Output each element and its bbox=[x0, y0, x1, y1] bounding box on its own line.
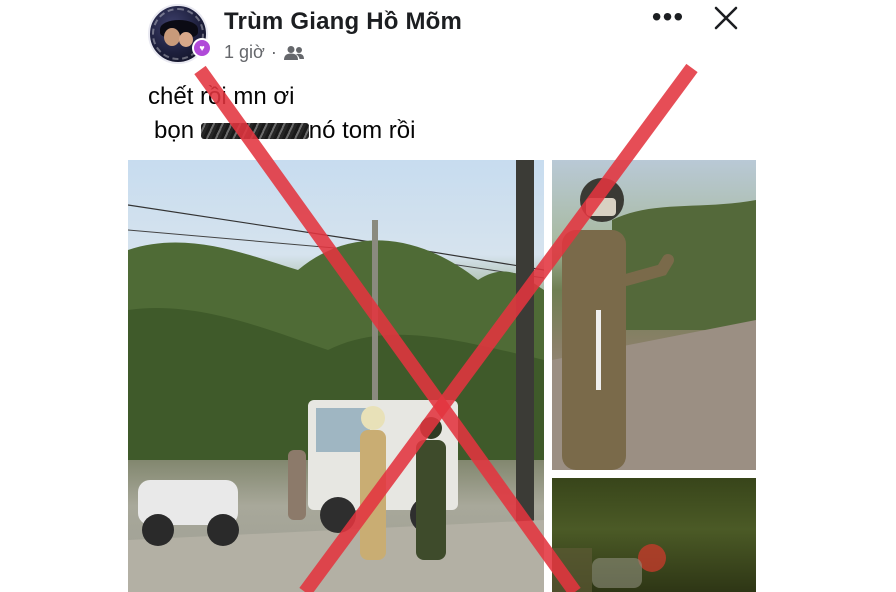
facebook-post: ♥ Trùm Giang Hồ Mõm 1 giờ · ••• chết rồi… bbox=[128, 0, 756, 592]
photo-bottom-right-scene bbox=[552, 544, 666, 592]
photo-top-right[interactable] bbox=[552, 160, 756, 470]
post-text-line2: bọn nó tom rồi bbox=[148, 114, 415, 148]
post-text-suffix: nó tom rồi bbox=[308, 117, 416, 144]
post-meta: 1 giờ · bbox=[224, 42, 305, 63]
author-name[interactable]: Trùm Giang Hồ Mõm bbox=[224, 8, 462, 36]
post-time[interactable]: 1 giờ bbox=[224, 42, 265, 63]
photo-grid bbox=[128, 160, 756, 592]
friends-icon bbox=[283, 45, 304, 60]
photo-main-scene bbox=[128, 160, 544, 592]
photo-top-right-scene bbox=[552, 178, 756, 470]
post-text: chết rồi mn ơi bọn nó tom rồi bbox=[148, 80, 415, 148]
post-text-line1: chết rồi mn ơi bbox=[148, 83, 295, 110]
photo-main[interactable] bbox=[128, 160, 544, 592]
more-horizontal-icon: ••• bbox=[651, 1, 685, 32]
censored-word bbox=[200, 119, 309, 141]
heart-badge-icon: ♥ bbox=[192, 38, 212, 58]
post-text-prefix: bọn bbox=[154, 117, 195, 144]
more-options-button[interactable]: ••• bbox=[648, 1, 688, 32]
meta-separator: · bbox=[270, 42, 277, 62]
photo-bottom-right[interactable] bbox=[552, 478, 756, 592]
close-icon bbox=[714, 6, 738, 30]
close-button[interactable] bbox=[708, 0, 744, 36]
